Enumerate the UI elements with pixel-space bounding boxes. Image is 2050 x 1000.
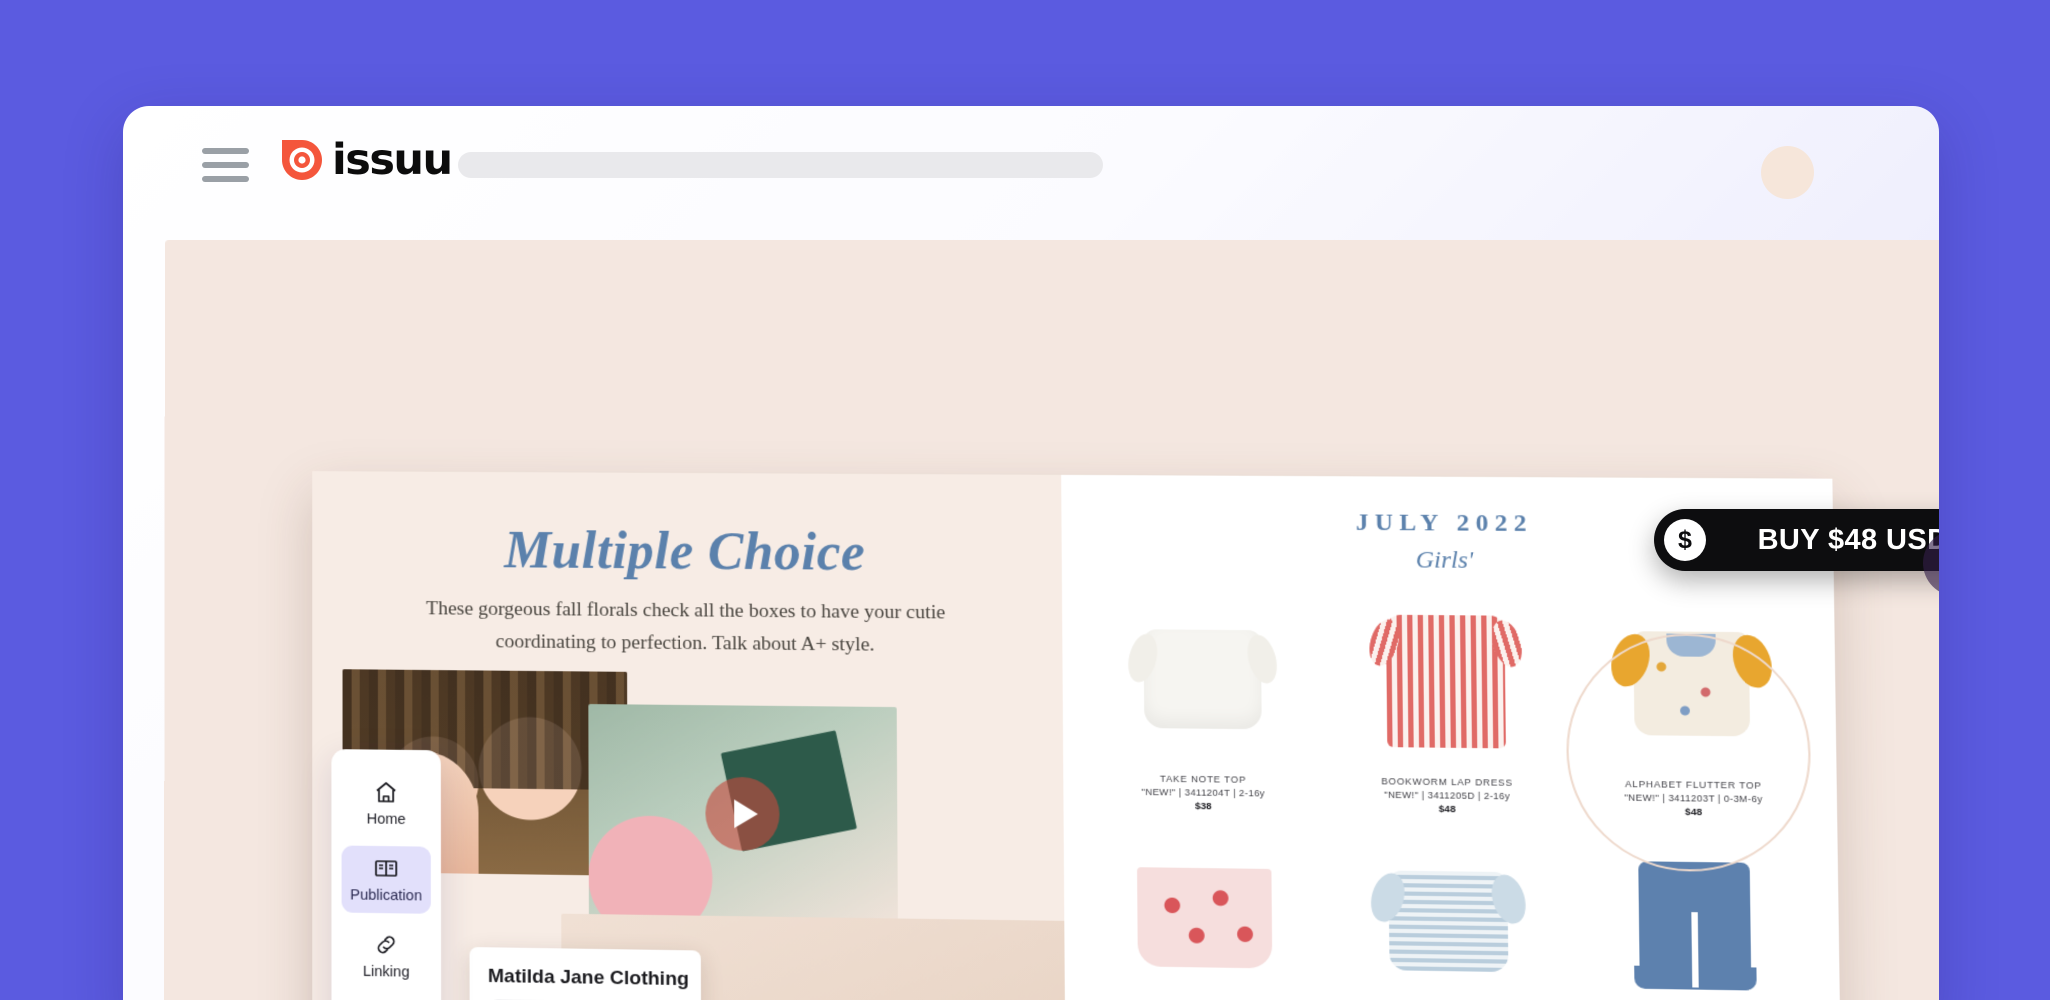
sidebar-item-label: Linking (362, 963, 410, 981)
product-image (1085, 590, 1320, 769)
issuu-wordmark: issuu (332, 134, 453, 185)
issuu-target-logo-icon (282, 140, 322, 180)
product-grid: TAKE NOTE TOP "NEW!" | 3411204T | 2-16y $3… (1085, 590, 1820, 1000)
product-price: $48 (1684, 806, 1703, 819)
publication-info-card: Matilda Jane Clothing Lookbook However, … (469, 947, 702, 1000)
dollar-circle-icon: $ (1664, 519, 1706, 561)
hamburger-menu-icon[interactable] (202, 148, 249, 182)
product-name: TAKE NOTE TOP (1159, 773, 1247, 785)
magazine-spread: Multiple Choice These gorgeous fall flor… (312, 471, 1843, 1000)
home-icon (342, 779, 431, 806)
product-cell[interactable]: BOOKWORM LAP DRESS "NEW!" | 3411205D | 2-… (1327, 592, 1566, 817)
product-name: BOOKWORM LAP DRESS (1381, 776, 1513, 788)
product-cell[interactable]: ALPHABET FLUTTER TOP "NEW!" | 3411203T | … (1572, 593, 1814, 819)
issuu-app-window: issuu Multiple Choice These gorgeous fal… (123, 106, 1939, 1000)
sidebar-item-label: Home (366, 811, 406, 829)
publication-title: Matilda Jane Clothing (487, 965, 689, 991)
issuu-logo[interactable]: issuu (280, 134, 453, 185)
product-image (1572, 593, 1813, 774)
product-image (1329, 830, 1568, 1000)
book-open-icon (342, 855, 431, 883)
product-image (1575, 833, 1817, 1000)
product-cell[interactable]: BOTANICAL GIRLS' TEE"NEW!" | 341120115T … (1329, 830, 1568, 1000)
link-icon (342, 931, 431, 959)
product-image (1087, 827, 1323, 1000)
photo-collage (342, 669, 1067, 1000)
search-input[interactable] (458, 152, 1103, 178)
product-cell[interactable]: TAKE NOTE TOP "NEW!" | 3411204T | 2-16y $3… (1085, 590, 1321, 814)
product-cell[interactable]: APPLE SKIRT"NEW!" | 3411207B | 2-16y$44 (1087, 827, 1323, 1000)
product-price: $48 (1438, 803, 1456, 816)
product-meta: "NEW!" | 3411203T | 0-3M-6y (1624, 792, 1763, 805)
play-icon[interactable] (705, 776, 780, 852)
page-subtitle: These gorgeous fall florals check all th… (425, 598, 946, 656)
buy-button[interactable]: $ BUY $48 USD (1654, 509, 1939, 571)
app-header: issuu (123, 106, 1939, 240)
sidebar-item-label: Publication (350, 887, 423, 905)
avatar[interactable] (1761, 146, 1814, 199)
product-image (1327, 592, 1565, 772)
sidebar: HomePublicationLinkingMediaStatistics$Se… (331, 749, 442, 1000)
product-meta: "NEW!" | 3411204T | 2-16y (1141, 786, 1266, 799)
product-cell[interactable]: RECESS BIG RUFFLES"NEW!" | 34112045B | 2… (1575, 833, 1817, 1000)
page-title: Multiple Choice (504, 521, 866, 583)
photo-video[interactable] (588, 704, 898, 925)
product-name: ALPHABET FLUTTER TOP (1624, 778, 1762, 791)
sidebar-item-linking[interactable]: Linking (342, 922, 431, 991)
buy-button-label: BUY $48 USD (1757, 523, 1939, 556)
reader-canvas: Multiple Choice These gorgeous fall flor… (163, 240, 1939, 1000)
sidebar-item-publication[interactable]: Publication (341, 845, 431, 914)
sidebar-item-home[interactable]: Home (342, 769, 431, 837)
product-meta: "NEW!" | 3411205D | 2-16y (1384, 789, 1511, 802)
product-price: $38 (1194, 800, 1212, 813)
